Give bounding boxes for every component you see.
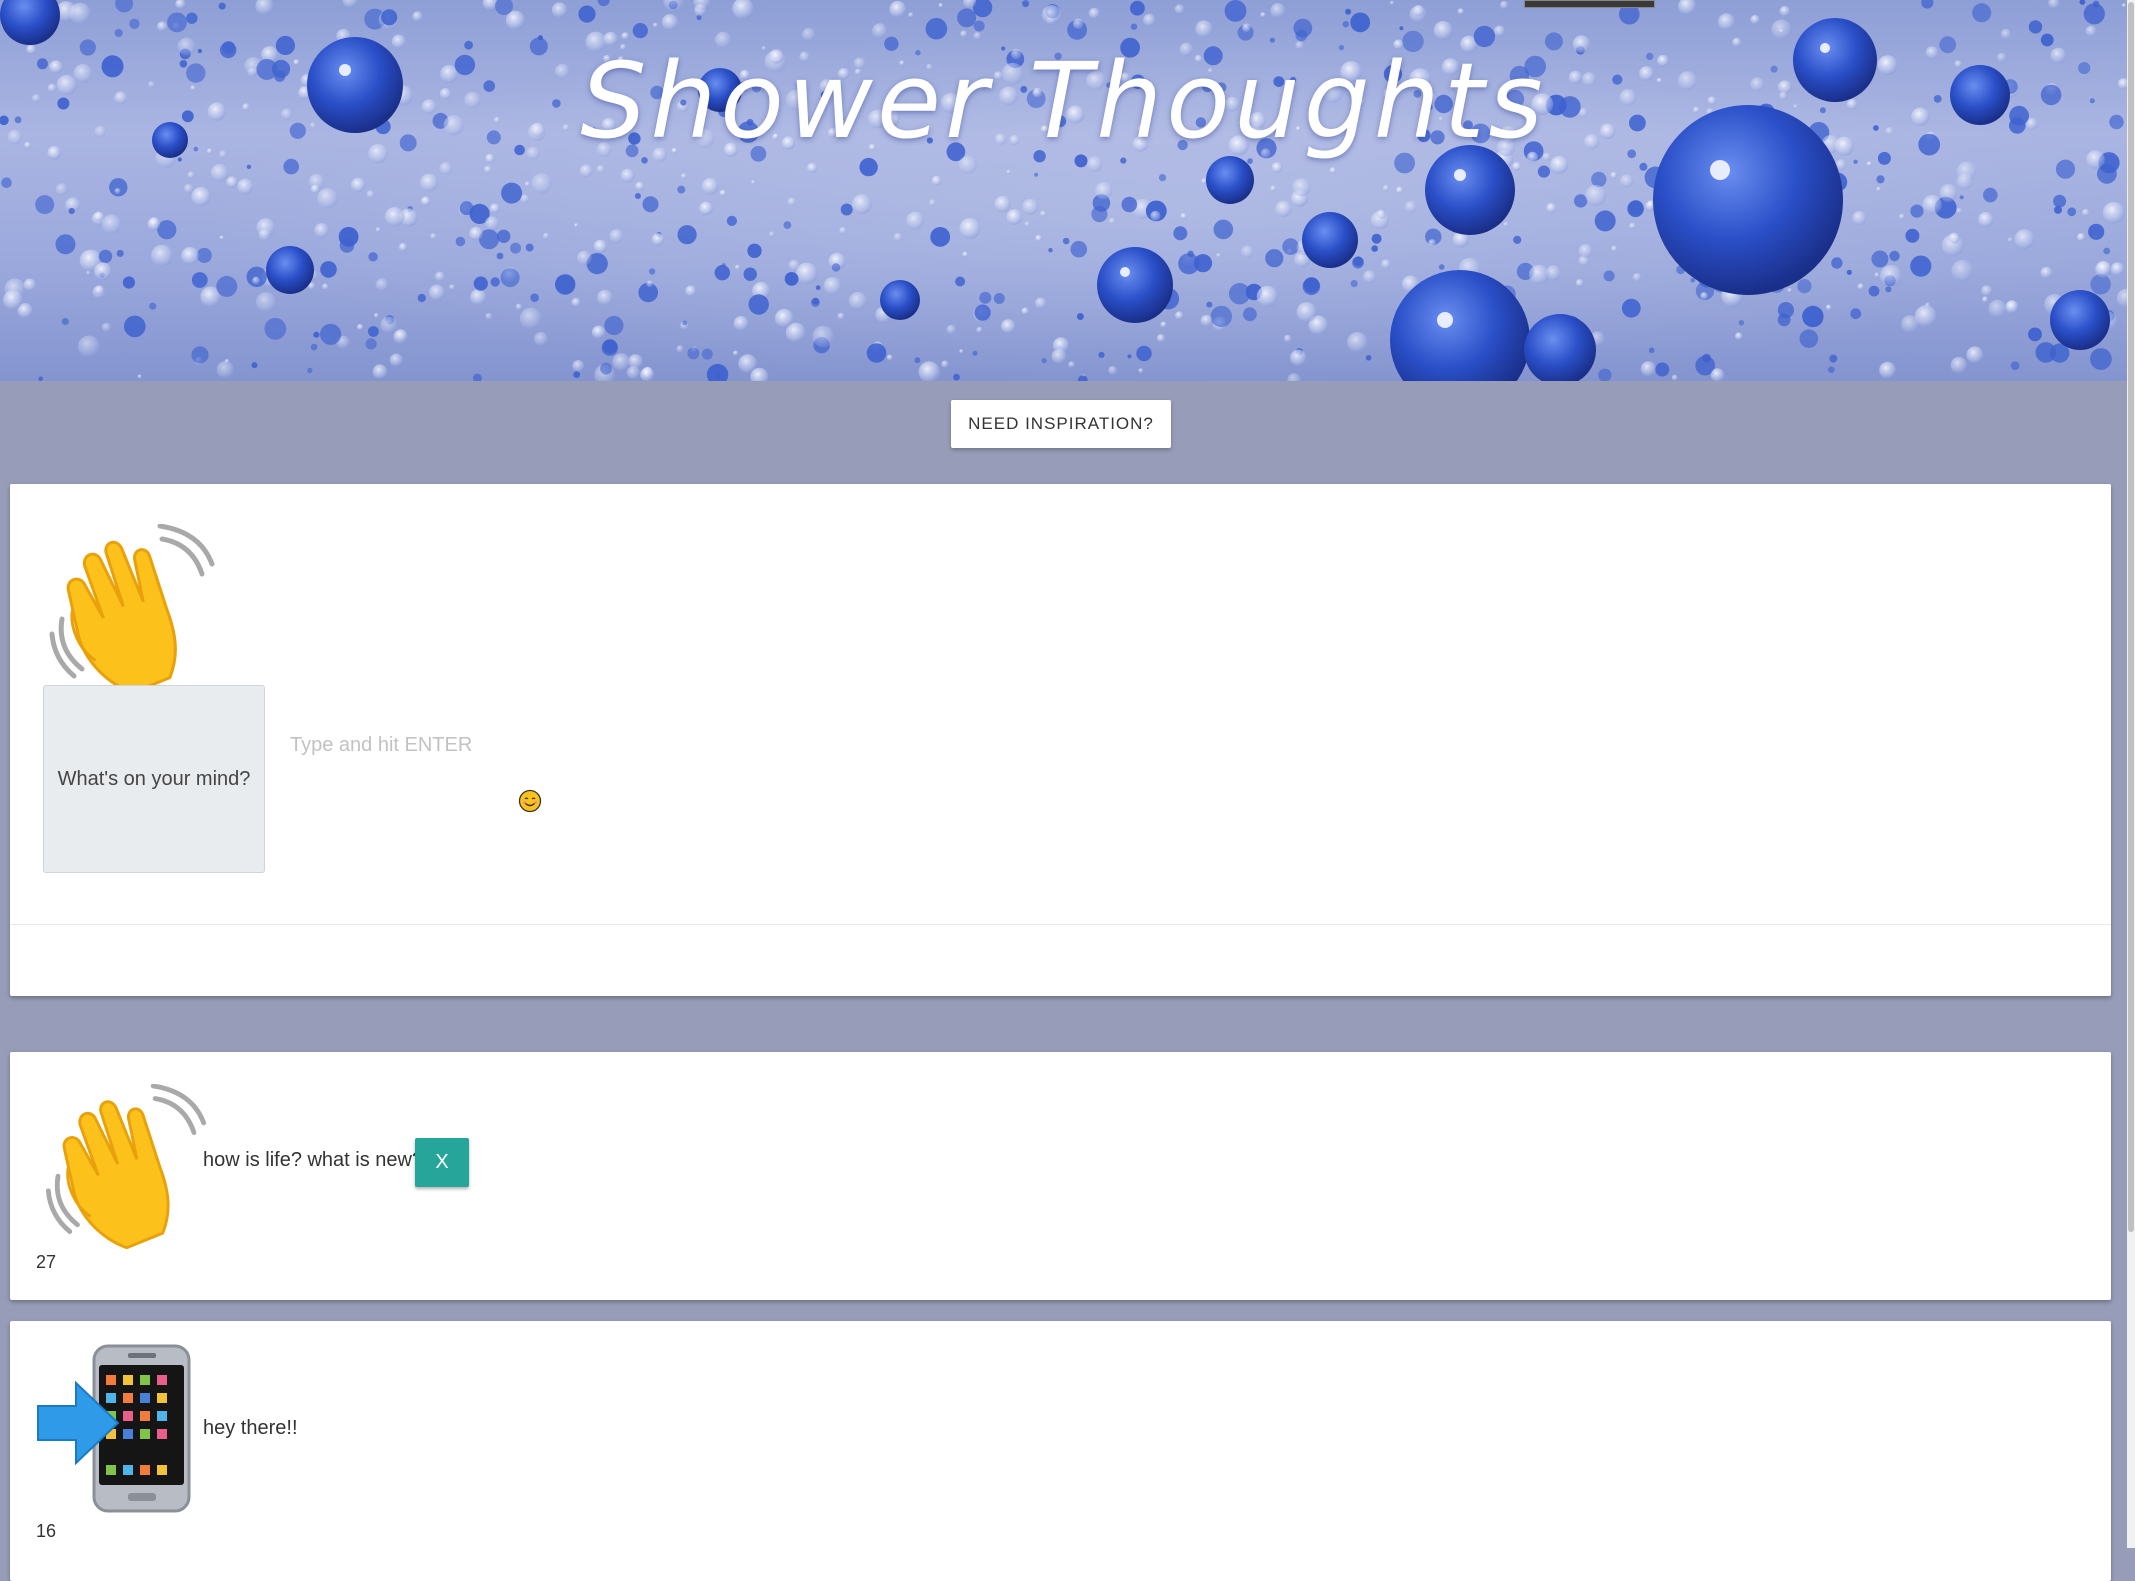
post-count: 16 [36, 1521, 57, 1541]
compose-divider [10, 924, 2111, 925]
waving-hand-icon [45, 1084, 207, 1249]
prompt-box: What's on your mind? [43, 685, 265, 873]
post-card: hey there!! 16 [10, 1321, 2111, 1581]
thought-input[interactable] [290, 722, 850, 768]
hero-thumbnail [1524, 0, 1655, 8]
post-text: hey there!! [203, 1417, 298, 1439]
post-text: how is life? what is new? [203, 1149, 424, 1171]
waving-hand-icon [49, 524, 215, 694]
hero-banner: Shower Thoughts [0, 0, 2127, 381]
smiling-face-icon[interactable] [518, 789, 542, 813]
delete-post-button[interactable]: X [415, 1138, 469, 1187]
page-title: Shower Thoughts [580, 40, 1547, 162]
need-inspiration-button[interactable]: NEED INSPIRATION? [951, 400, 1171, 448]
post-count: 27 [36, 1252, 57, 1272]
page-scrollbar[interactable] [2127, 0, 2135, 1548]
post-card: how is life? what is new? X 27 [10, 1052, 2111, 1300]
compose-card: What's on your mind? [10, 484, 2111, 996]
mobile-phone-with-arrow-icon [37, 1344, 191, 1513]
scrollbar-thumb[interactable] [2128, 2, 2134, 1232]
